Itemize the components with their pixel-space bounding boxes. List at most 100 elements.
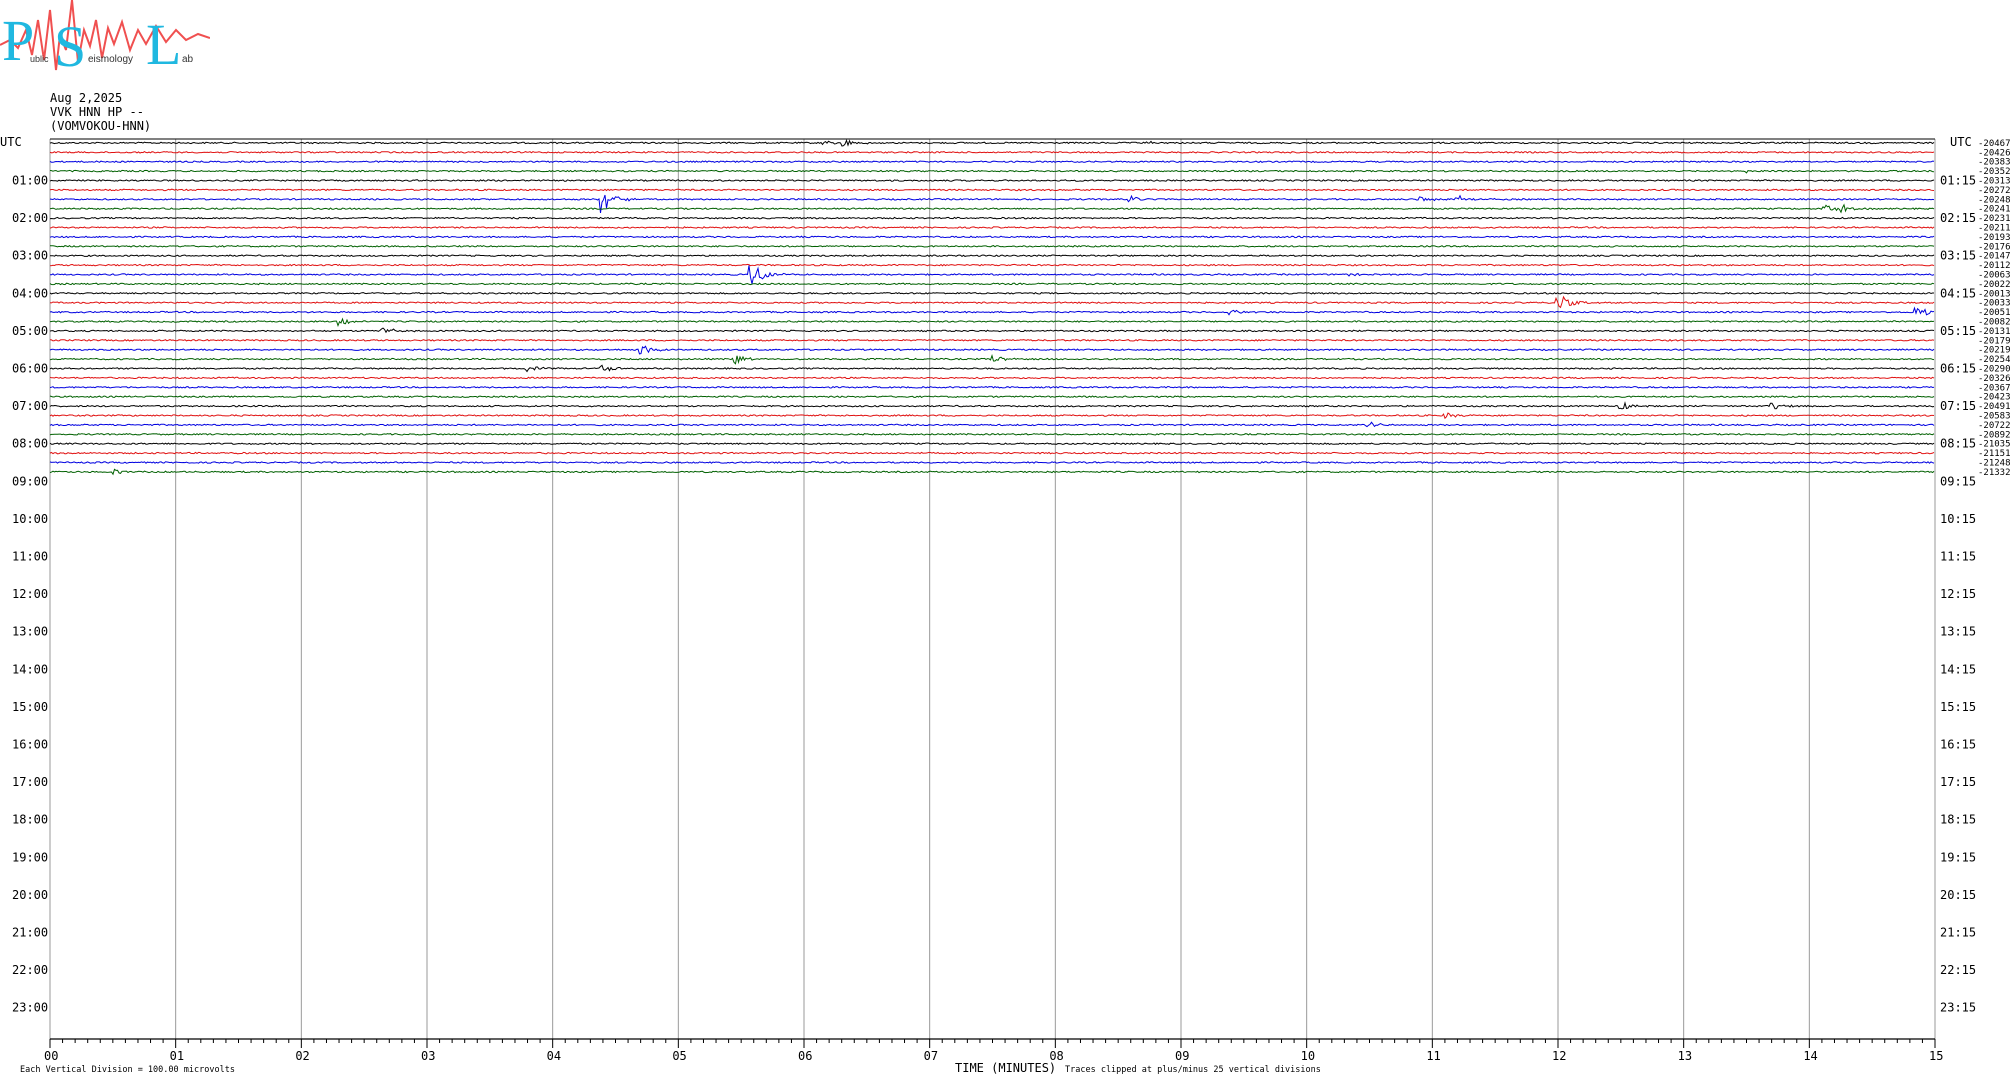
hour-label-right: 10:15 (1940, 512, 1976, 526)
hour-label-left: 11:00 (12, 550, 48, 564)
x-axis-title: TIME (MINUTES) (955, 1061, 1056, 1075)
x-tick-label: 04 (547, 1049, 561, 1063)
seismic-trace-6 (49, 194, 1935, 213)
x-tick-label: 10 (1301, 1049, 1315, 1063)
hour-label-left: 21:00 (12, 926, 48, 940)
seismic-trace-23 (49, 354, 1935, 365)
hour-label-left: 12:00 (12, 587, 48, 601)
seismic-trace-10 (49, 235, 1935, 239)
seismic-trace-32 (49, 442, 1935, 446)
hour-label-right: 09:15 (1940, 474, 1976, 488)
hour-label-left: 15:00 (12, 700, 48, 714)
hour-label-left: 19:00 (12, 850, 48, 864)
seismic-trace-25 (49, 376, 1935, 380)
seismic-trace-18 (49, 306, 1935, 316)
hour-label-left: 01:00 (12, 174, 48, 188)
trace-offset-labels: -20467-20426-20383-20352-20313-20272-202… (1978, 139, 2010, 478)
seismic-trace-34 (49, 461, 1935, 464)
hour-label-right: 06:15 (1940, 362, 1976, 376)
seismic-trace-26 (49, 385, 1935, 389)
seismic-trace-20 (49, 327, 1935, 334)
seismic-trace-27 (49, 395, 1935, 399)
seismic-trace-14 (50, 265, 1935, 284)
seismic-trace-22 (49, 345, 1935, 355)
seismic-trace-16 (49, 291, 1934, 295)
hour-label-left: 16:00 (12, 738, 48, 752)
seismic-trace-29 (49, 412, 1935, 420)
seismic-trace-8 (49, 216, 1935, 220)
hour-label-left: 17:00 (12, 775, 48, 789)
hour-label-right: 15:15 (1940, 700, 1976, 714)
hour-label-right: 22:15 (1940, 963, 1976, 977)
seismic-trace-33 (49, 451, 1935, 455)
hour-label-left: 02:00 (12, 211, 48, 225)
seismic-trace-12 (50, 254, 1935, 258)
x-tick-label: 14 (1803, 1049, 1817, 1063)
seismic-trace-30 (49, 421, 1935, 428)
seismic-trace-13 (49, 263, 1935, 267)
left-utc-title: UTC (0, 135, 22, 149)
seismic-trace-2 (49, 160, 1935, 164)
seismic-trace-3 (49, 169, 1935, 174)
right-utc-title: UTC (1950, 135, 1972, 149)
hour-label-left: 14:00 (12, 662, 48, 676)
hour-label-right: 12:15 (1940, 587, 1976, 601)
x-tick-label: 00 (44, 1049, 58, 1063)
hour-label-right: 01:15 (1940, 174, 1976, 188)
hour-label-right: 23:15 (1940, 1001, 1976, 1015)
seismic-trace-31 (49, 432, 1935, 436)
hour-label-right: 04:15 (1940, 286, 1976, 300)
hour-label-left: 04:00 (12, 286, 48, 300)
x-tick-label: 03 (421, 1049, 435, 1063)
x-tick-label: 05 (672, 1049, 686, 1063)
hour-label-left: 05:00 (12, 324, 48, 338)
x-tick-label: 11 (1426, 1049, 1440, 1063)
hour-label-right: 16:15 (1940, 738, 1976, 752)
seismic-trace-5 (49, 188, 1935, 192)
seismic-trace-19 (49, 317, 1935, 327)
hour-label-left: 07:00 (12, 399, 48, 413)
hour-label-right: 07:15 (1940, 399, 1976, 413)
hour-label-right: 11:15 (1940, 550, 1976, 564)
seismic-trace-28 (49, 401, 1935, 410)
hour-label-right: 13:15 (1940, 625, 1976, 639)
seismic-trace-9 (49, 226, 1935, 229)
clip-note: Traces clipped at plus/minus 25 vertical… (1065, 1065, 1321, 1075)
x-tick-label: 01 (170, 1049, 184, 1063)
scale-note: Each Vertical Division = 100.00 microvol… (20, 1065, 235, 1075)
hour-label-left: 20:00 (12, 888, 48, 902)
hour-label-left: 06:00 (12, 362, 48, 376)
hour-label-right: 18:15 (1940, 813, 1976, 827)
hour-label-right: 20:15 (1940, 888, 1976, 902)
seismic-trace-21 (49, 338, 1935, 342)
hour-label-right: 17:15 (1940, 775, 1976, 789)
helicorder-plot: -20467-20426-20383-20352-20313-20272-202… (0, 135, 2010, 1075)
seismic-trace-15 (49, 282, 1935, 286)
seismic-trace-4 (49, 179, 1935, 182)
hour-label-left: 03:00 (12, 249, 48, 263)
time-axis: 00 01 02 03 04 05 06 07 08 09 10 11 12 13 14 15 (44, 1039, 1943, 1063)
seismic-trace-17 (49, 295, 1935, 309)
seismic-traces (49, 139, 1935, 476)
seismic-trace-7 (49, 203, 1935, 214)
x-tick-label: 13 (1678, 1049, 1692, 1063)
hour-label-left: 22:00 (12, 963, 48, 977)
hour-label-left: 13:00 (12, 625, 48, 639)
hour-label-right: 14:15 (1940, 662, 1976, 676)
trace-offset-label: -21332 (1978, 468, 2010, 478)
seismic-trace-1 (49, 150, 1935, 154)
hour-label-right: 02:15 (1940, 211, 1976, 225)
hour-label-right: 08:15 (1940, 437, 1976, 451)
hour-label-right: 05:15 (1940, 324, 1976, 338)
x-tick-label: 07 (924, 1049, 938, 1063)
x-tick-label: 09 (1175, 1049, 1189, 1063)
hour-label-left: 09:00 (12, 474, 48, 488)
seismic-trace-24 (49, 364, 1935, 373)
hour-labels: 01:00 02:00 03:00 04:00 05:00 06:00 07:00 08:00… (12, 174, 1976, 1015)
hour-label-left: 23:00 (12, 1001, 48, 1015)
seismic-trace-11 (50, 244, 1935, 248)
hour-label-right: 19:15 (1940, 850, 1976, 864)
hour-label-left: 08:00 (12, 437, 48, 451)
x-tick-label: 02 (295, 1049, 309, 1063)
seismic-trace-0 (49, 139, 1935, 147)
